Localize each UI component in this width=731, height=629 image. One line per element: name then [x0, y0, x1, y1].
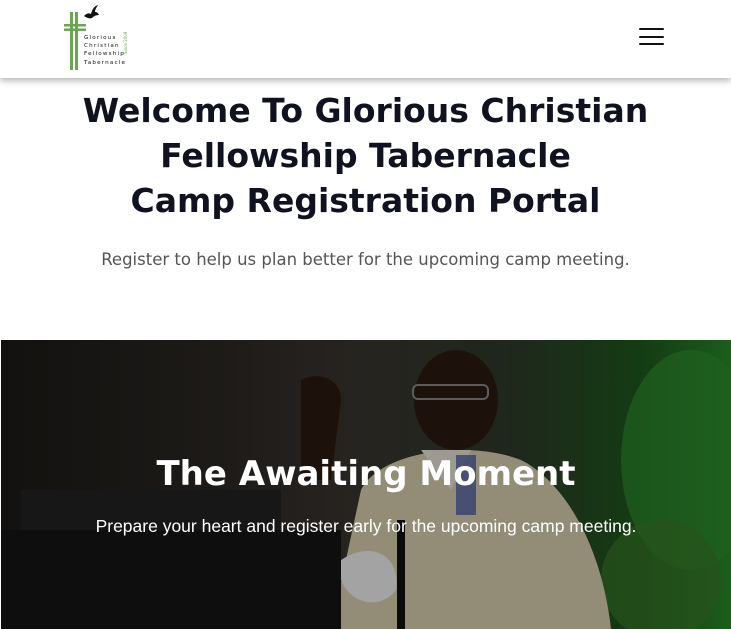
- hero-banner: The Awaiting Moment Prepare your heart a…: [1, 340, 731, 629]
- logo-wordmark: Glorious Christian Fellowship Tabernacle: [84, 34, 126, 67]
- page-title: Welcome To Glorious Christian Fellowship…: [0, 88, 731, 223]
- logo-line: Tabernacle: [84, 59, 127, 66]
- page-title-line: Fellowship Tabernacle: [160, 136, 571, 175]
- menu-bar: [639, 35, 664, 38]
- banner-title: The Awaiting Moment: [156, 454, 576, 494]
- page-title-line: Camp Registration Portal: [130, 181, 601, 220]
- hamburger-menu-icon[interactable]: [639, 28, 664, 46]
- logo-line: Fellowship: [84, 51, 126, 58]
- page-subtitle: Register to help us plan better for the …: [101, 250, 630, 269]
- logo-line: Christian: [84, 43, 120, 50]
- page-title-line: Welcome To Glorious Christian: [82, 91, 649, 130]
- menu-bar: [639, 43, 664, 46]
- banner-subtitle: Prepare your heart and register early fo…: [95, 516, 637, 536]
- menu-bar: [639, 28, 664, 31]
- logo-line: Glorious: [84, 35, 117, 41]
- dove-icon: [84, 5, 99, 19]
- site-header: Since 2009 Glorious Christian Fellowship…: [0, 0, 731, 78]
